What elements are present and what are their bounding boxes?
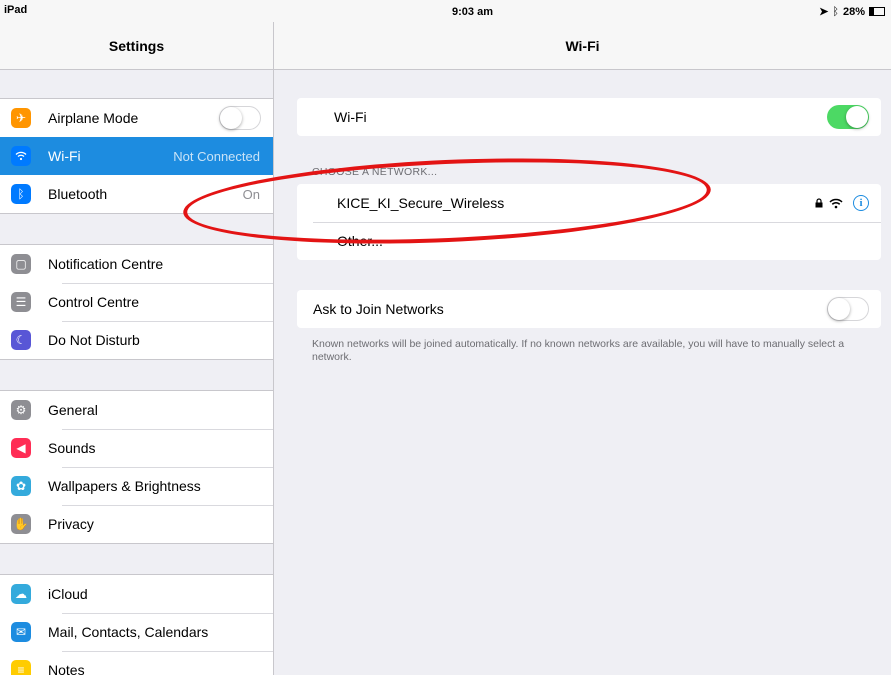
- wifi-signal-icon: [829, 198, 843, 209]
- sidebar-group-general: ⚙ General ◀ Sounds ✿ Wallpapers & Bright…: [0, 390, 273, 544]
- info-icon[interactable]: i: [853, 195, 869, 211]
- sidebar-item-control-centre[interactable]: ☰ Control Centre: [0, 283, 273, 321]
- ask-join-toggle[interactable]: [827, 297, 869, 321]
- choose-network-header: CHOOSE A NETWORK...: [312, 166, 438, 178]
- wallpaper-flower-icon: ✿: [11, 476, 31, 496]
- toggle-knob: [828, 298, 850, 320]
- airplane-icon: ✈: [11, 108, 31, 128]
- sidebar-group-system: ▢ Notification Centre ☰ Control Centre ☾…: [0, 244, 273, 360]
- sidebar-item-wallpapers-brightness[interactable]: ✿ Wallpapers & Brightness: [0, 467, 273, 505]
- sidebar-item-label: Notification Centre: [48, 256, 164, 272]
- status-right: ➤ ᛒ 28%: [819, 5, 885, 18]
- detail-nav-bar: Wi-Fi: [274, 22, 891, 70]
- status-bar: iPad 9:03 am ➤ ᛒ 28%: [0, 0, 891, 22]
- control-centre-icon: ☰: [11, 292, 31, 312]
- network-row[interactable]: KICE_KI_Secure_Wireless i: [297, 184, 881, 222]
- sidebar-item-wifi[interactable]: Wi-Fi Not Connected: [0, 137, 273, 175]
- sidebar-item-icloud[interactable]: ☁ iCloud: [0, 575, 273, 613]
- sidebar-nav-bar: Settings: [0, 22, 273, 70]
- sidebar-item-notes[interactable]: ≡ Notes: [0, 651, 273, 675]
- sidebar-item-label: Control Centre: [48, 294, 140, 310]
- cloud-icon: ☁: [11, 584, 31, 604]
- sidebar-item-label: Mail, Contacts, Calendars: [48, 624, 209, 640]
- settings-sidebar: ✈ Airplane Mode Wi-Fi Not Connected ᛒ Bl…: [0, 70, 273, 675]
- page-title: Wi-Fi: [565, 37, 600, 54]
- sidebar-item-label: Wallpapers & Brightness: [48, 478, 201, 494]
- location-arrow-icon: ➤: [819, 6, 829, 18]
- battery-percent: 28%: [842, 5, 865, 18]
- ask-join-label: Ask to Join Networks: [313, 301, 444, 317]
- other-network-label: Other...: [337, 233, 383, 249]
- sidebar-item-mail-contacts-calendars[interactable]: ✉ Mail, Contacts, Calendars: [0, 613, 273, 651]
- hand-icon: ✋: [11, 514, 31, 534]
- sidebar-item-label: iCloud: [48, 586, 88, 602]
- sidebar-group-accounts: ☁ iCloud ✉ Mail, Contacts, Calendars ≡ N…: [0, 574, 273, 675]
- ask-join-row: Ask to Join Networks: [297, 290, 881, 328]
- bluetooth-status-value: On: [242, 186, 260, 202]
- wifi-toggle-card: Wi-Fi: [297, 98, 881, 136]
- network-name: KICE_KI_Secure_Wireless: [337, 195, 505, 211]
- other-network-row[interactable]: Other...: [297, 222, 881, 260]
- wifi-status-value: Not Connected: [173, 148, 260, 164]
- sidebar-item-label: General: [48, 402, 98, 418]
- airplane-mode-toggle[interactable]: [219, 106, 261, 130]
- sidebar-item-label: Do Not Disturb: [48, 332, 140, 348]
- battery-fill: [870, 8, 874, 15]
- toggle-knob: [846, 106, 868, 128]
- ask-join-card: Ask to Join Networks: [297, 290, 881, 328]
- wifi-toggle[interactable]: [827, 105, 869, 129]
- mail-icon: ✉: [11, 622, 31, 642]
- speaker-icon: ◀: [11, 438, 31, 458]
- clock-time: 9:03 am: [452, 6, 493, 18]
- ask-join-footnote: Known networks will be joined automatica…: [312, 338, 845, 363]
- network-list: KICE_KI_Secure_Wireless i Other...: [297, 184, 881, 260]
- wifi-label: Wi-Fi: [334, 109, 367, 125]
- wifi-icon: [11, 146, 31, 166]
- toggle-knob: [220, 107, 242, 129]
- bluetooth-status-icon: ᛒ: [832, 5, 839, 18]
- row-divider: [313, 222, 881, 223]
- sidebar-item-label: Airplane Mode: [48, 110, 139, 126]
- sidebar-item-notification-centre[interactable]: ▢ Notification Centre: [0, 245, 273, 283]
- sidebar-item-bluetooth[interactable]: ᛒ Bluetooth On: [0, 175, 273, 213]
- sidebar-item-label: Bluetooth: [48, 186, 108, 202]
- sidebar-item-privacy[interactable]: ✋ Privacy: [0, 505, 273, 543]
- sidebar-item-general[interactable]: ⚙ General: [0, 391, 273, 429]
- sidebar-item-label: Wi-Fi: [48, 148, 81, 164]
- sidebar-item-label: Sounds: [48, 440, 96, 456]
- battery-icon: [869, 7, 885, 16]
- gear-icon: ⚙: [11, 400, 31, 420]
- sidebar-item-label: Notes: [48, 662, 85, 675]
- device-name: iPad: [4, 4, 28, 16]
- bluetooth-icon: ᛒ: [11, 184, 31, 204]
- lock-icon: [815, 198, 823, 208]
- wifi-row: Wi-Fi: [297, 98, 881, 136]
- sidebar-item-airplane-mode[interactable]: ✈ Airplane Mode: [0, 99, 273, 137]
- sidebar-item-label: Privacy: [48, 516, 94, 532]
- notification-centre-icon: ▢: [11, 254, 31, 274]
- notes-icon: ≡: [11, 660, 31, 675]
- sidebar-title: Settings: [108, 37, 165, 54]
- sidebar-group-connectivity: ✈ Airplane Mode Wi-Fi Not Connected ᛒ Bl…: [0, 98, 273, 214]
- moon-icon: ☾: [11, 330, 31, 350]
- sidebar-item-sounds[interactable]: ◀ Sounds: [0, 429, 273, 467]
- sidebar-item-do-not-disturb[interactable]: ☾ Do Not Disturb: [0, 321, 273, 359]
- wifi-detail-panel: Wi-Fi CHOOSE A NETWORK... KICE_KI_Secure…: [274, 70, 891, 675]
